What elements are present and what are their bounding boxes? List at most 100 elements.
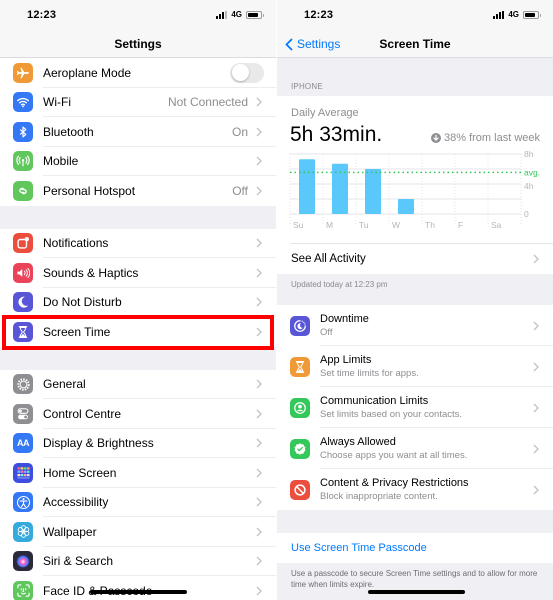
arrow-down-circle-icon xyxy=(431,133,442,143)
x-tick-label-Tu: Tu xyxy=(359,220,369,230)
text-size-icon: AA xyxy=(13,433,33,454)
x-tick-label-F: F xyxy=(458,220,463,230)
chevron-right-icon xyxy=(256,438,262,448)
settings-item-do-not-disturb[interactable]: Do Not Disturb xyxy=(0,287,276,317)
settings-item-label: Do Not Disturb xyxy=(43,295,122,310)
see-all-activity-button[interactable]: See All Activity xyxy=(277,244,553,274)
settings-item-label: Bluetooth xyxy=(43,124,94,139)
option-downtime[interactable]: Downtime Off xyxy=(277,305,553,346)
accessibility-icon xyxy=(13,492,33,513)
settings-item-aeroplane-mode[interactable]: Aeroplane Mode xyxy=(0,58,276,88)
settings-item-general[interactable]: General xyxy=(0,369,276,399)
see-all-activity-label: See All Activity xyxy=(291,253,366,265)
settings-item-display-brightness[interactable]: AA Display & Brightness xyxy=(0,428,276,458)
bar-M xyxy=(332,163,348,214)
settings-item-wifi[interactable]: Wi-Fi Not Connected xyxy=(0,87,276,117)
daily-average-label: Daily Average xyxy=(291,107,359,119)
device-section-label: IPHONE xyxy=(291,82,323,91)
chevron-right-icon xyxy=(533,254,539,264)
bluetooth-status: On xyxy=(231,124,248,139)
settings-item-label: General xyxy=(43,377,86,392)
option-subtitle: Choose apps you want at all times. xyxy=(320,450,468,461)
settings-item-sounds-haptics[interactable]: Sounds & Haptics xyxy=(0,258,276,288)
x-tick-label-Th: Th xyxy=(425,220,435,230)
x-tick-label-Su: Su xyxy=(293,220,304,230)
general-group: General Control Centre AA Display & Brig… xyxy=(0,369,276,600)
downtime-icon xyxy=(290,315,310,336)
option-text: App Limits Set time limits for apps. xyxy=(320,354,419,379)
use-passcode-label: Use Screen Time Passcode xyxy=(291,542,427,554)
status-indicators: 4G xyxy=(216,10,264,19)
screen-time-screen: 12:23 4G Settings Screen Time IPHONE Dai… xyxy=(277,0,553,600)
chevron-right-icon xyxy=(256,527,262,537)
settings-item-mobile[interactable]: Mobile xyxy=(0,146,276,176)
settings-item-label: Control Centre xyxy=(43,406,122,421)
settings-item-label: Notifications xyxy=(43,236,109,251)
option-content-privacy[interactable]: Content & Privacy Restrictions Block ina… xyxy=(277,469,553,510)
hotspot-status: Off xyxy=(232,183,248,198)
home-indicator[interactable] xyxy=(368,590,465,594)
signal-icon xyxy=(493,10,505,19)
chevron-right-icon xyxy=(256,297,262,307)
settings-item-label: Screen Time xyxy=(43,324,111,339)
settings-item-label: Accessibility xyxy=(43,495,109,510)
settings-item-control-centre[interactable]: Control Centre xyxy=(0,399,276,429)
hotspot-icon xyxy=(13,180,33,201)
option-text: Content & Privacy Restrictions Block ina… xyxy=(320,477,469,502)
settings-item-label: Mobile xyxy=(43,154,79,169)
settings-item-screen-time[interactable]: Screen Time xyxy=(0,317,276,347)
face-id-icon xyxy=(13,580,33,600)
option-app-limits[interactable]: App Limits Set time limits for apps. xyxy=(277,346,553,387)
settings-item-label: Display & Brightness xyxy=(43,436,154,451)
option-communication-limits[interactable]: Communication Limits Set limits based on… xyxy=(277,387,553,428)
chevron-right-icon xyxy=(533,444,539,453)
airplane-icon xyxy=(13,62,33,83)
settings-item-home-screen[interactable]: Home Screen xyxy=(0,458,276,488)
passcode-footer: Use a passcode to secure Screen Time set… xyxy=(291,569,538,589)
bluetooth-icon xyxy=(13,121,33,142)
toggles-icon xyxy=(13,403,33,424)
battery-icon xyxy=(523,10,541,19)
chevron-right-icon xyxy=(256,379,262,389)
hourglass-icon xyxy=(290,356,310,377)
gear-icon xyxy=(13,374,33,395)
settings-item-face-id-passcode[interactable]: Face ID & Passcode xyxy=(0,576,276,600)
settings-item-wallpaper[interactable]: Wallpaper xyxy=(0,517,276,547)
chevron-right-icon xyxy=(256,127,262,137)
option-always-allowed[interactable]: Always Allowed Choose apps you want at a… xyxy=(277,428,553,469)
use-passcode-button[interactable]: Use Screen Time Passcode xyxy=(277,533,553,563)
home-indicator[interactable] xyxy=(90,590,187,594)
chevron-right-icon xyxy=(256,97,262,107)
option-title: Content & Privacy Restrictions xyxy=(320,477,469,489)
updated-footer: Updated today at 12:23 pm xyxy=(277,274,553,305)
settings-item-accessibility[interactable]: Accessibility xyxy=(0,487,276,517)
y-tick-label: 0 xyxy=(524,209,529,219)
aeroplane-mode-toggle[interactable] xyxy=(230,62,264,83)
flower-icon xyxy=(13,521,33,542)
nav-bar: Settings xyxy=(0,30,276,58)
x-tick-label-W: W xyxy=(392,220,400,230)
settings-item-siri-search[interactable]: Siri & Search xyxy=(0,546,276,576)
siri-icon xyxy=(13,551,33,572)
option-subtitle: Off xyxy=(320,327,333,338)
chevron-right-icon xyxy=(256,497,262,507)
average-label: avg. xyxy=(524,167,540,177)
chevron-right-icon xyxy=(533,321,539,330)
settings-item-personal-hotspot[interactable]: Personal Hotspot Off xyxy=(0,176,276,206)
usage-summary-card[interactable]: Daily Average 5h 33min. 38% from last we… xyxy=(277,96,553,274)
y-tick-label: 4h xyxy=(524,181,534,191)
daily-usage-chart: avg. 8h 4h 0 Su M Tu W Th F Sa xyxy=(289,150,540,230)
bar-Su xyxy=(299,159,315,214)
chevron-right-icon xyxy=(533,403,539,412)
option-subtitle: Set time limits for apps. xyxy=(320,368,419,379)
settings-item-bluetooth[interactable]: Bluetooth On xyxy=(0,117,276,147)
settings-item-notifications[interactable]: Notifications xyxy=(0,228,276,258)
chevron-right-icon xyxy=(256,327,262,337)
page-title: Settings xyxy=(114,37,162,51)
antenna-icon xyxy=(13,151,33,172)
settings-item-label: Wallpaper xyxy=(43,524,97,539)
chevron-right-icon xyxy=(533,485,539,494)
